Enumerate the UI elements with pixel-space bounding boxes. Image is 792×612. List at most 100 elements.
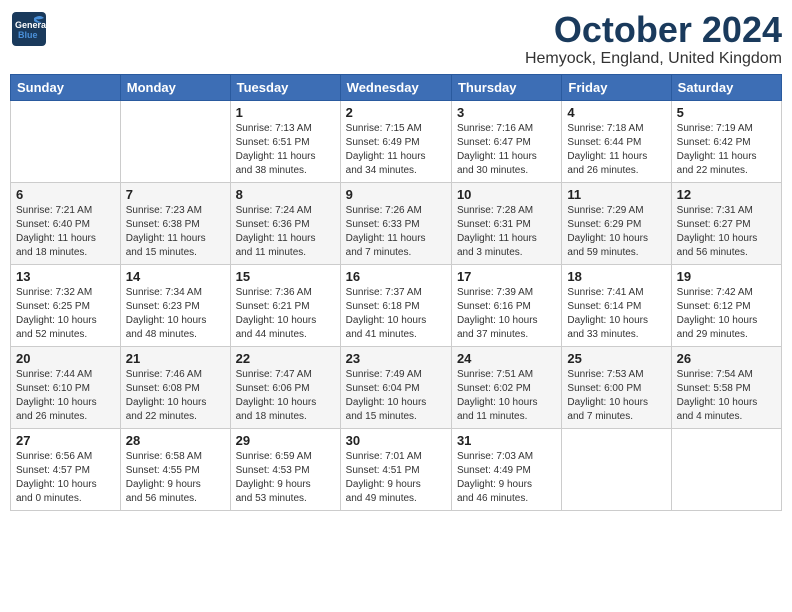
day-number: 7	[126, 187, 225, 202]
day-number: 4	[567, 105, 665, 120]
day-details: Sunrise: 7:31 AM Sunset: 6:27 PM Dayligh…	[677, 204, 776, 260]
week-row-1: 1 Sunrise: 7:13 AM Sunset: 6:51 PM Daylig…	[11, 100, 782, 182]
day-details: Sunrise: 7:42 AM Sunset: 6:12 PM Dayligh…	[677, 286, 776, 342]
calendar-cell: 6 Sunrise: 7:21 AM Sunset: 6:40 PM Daylig…	[11, 182, 121, 264]
calendar-cell: 31 Sunrise: 7:03 AM Sunset: 4:49 PM Dayli…	[451, 428, 561, 510]
day-details: Sunrise: 7:24 AM Sunset: 6:36 PM Dayligh…	[236, 204, 335, 260]
calendar-cell: 16Sunrise: 7:37 AM Sunset: 6:18 PM Dayli…	[340, 264, 451, 346]
day-number: 26	[677, 351, 776, 366]
day-number: 23	[346, 351, 446, 366]
day-details: Sunrise: 7:46 AM Sunset: 6:08 PM Dayligh…	[126, 368, 225, 424]
day-number: 11	[567, 187, 665, 202]
location: Hemyock, England, United Kingdom	[525, 50, 782, 68]
weekday-header-tuesday: Tuesday	[230, 74, 340, 100]
day-number: 25	[567, 351, 665, 366]
calendar-cell	[562, 428, 671, 510]
day-details: Sunrise: 7:44 AM Sunset: 6:10 PM Dayligh…	[16, 368, 115, 424]
calendar-cell: 15 Sunrise: 7:36 AM Sunset: 6:21 PM Dayli…	[230, 264, 340, 346]
calendar-cell: 10Sunrise: 7:28 AM Sunset: 6:31 PM Dayli…	[451, 182, 561, 264]
page-header: General Blue October 2024 Hemyock, Engla…	[10, 10, 782, 68]
day-details: Sunrise: 6:59 AM Sunset: 4:53 PM Dayligh…	[236, 450, 335, 506]
weekday-header-saturday: Saturday	[671, 74, 781, 100]
day-number: 15	[236, 269, 335, 284]
day-number: 24	[457, 351, 556, 366]
day-details: Sunrise: 7:32 AM Sunset: 6:25 PM Dayligh…	[16, 286, 115, 342]
weekday-header-friday: Friday	[562, 74, 671, 100]
calendar-cell: 7 Sunrise: 7:23 AM Sunset: 6:38 PM Daylig…	[120, 182, 230, 264]
day-number: 16	[346, 269, 446, 284]
day-details: Sunrise: 7:23 AM Sunset: 6:38 PM Dayligh…	[126, 204, 225, 260]
calendar-cell: 29 Sunrise: 6:59 AM Sunset: 4:53 PM Dayli…	[230, 428, 340, 510]
calendar-cell: 3Sunrise: 7:16 AM Sunset: 6:47 PM Daylig…	[451, 100, 561, 182]
logo-icon: General Blue	[10, 10, 48, 48]
day-number: 13	[16, 269, 115, 284]
calendar-cell: 21 Sunrise: 7:46 AM Sunset: 6:08 PM Dayli…	[120, 346, 230, 428]
day-details: Sunrise: 7:18 AM Sunset: 6:44 PM Dayligh…	[567, 122, 665, 178]
day-details: Sunrise: 7:51 AM Sunset: 6:02 PM Dayligh…	[457, 368, 556, 424]
calendar-cell: 8 Sunrise: 7:24 AM Sunset: 6:36 PM Daylig…	[230, 182, 340, 264]
week-row-2: 6 Sunrise: 7:21 AM Sunset: 6:40 PM Daylig…	[11, 182, 782, 264]
day-number: 30	[346, 433, 446, 448]
calendar-cell	[120, 100, 230, 182]
logo: General Blue	[10, 10, 48, 48]
calendar-cell: 12 Sunrise: 7:31 AM Sunset: 6:27 PM Dayli…	[671, 182, 781, 264]
day-details: Sunrise: 7:29 AM Sunset: 6:29 PM Dayligh…	[567, 204, 665, 260]
day-details: Sunrise: 7:13 AM Sunset: 6:51 PM Dayligh…	[236, 122, 335, 178]
day-details: Sunrise: 7:15 AM Sunset: 6:49 PM Dayligh…	[346, 122, 446, 178]
day-number: 10	[457, 187, 556, 202]
week-row-5: 27 Sunrise: 6:56 AM Sunset: 4:57 PM Dayli…	[11, 428, 782, 510]
weekday-header-thursday: Thursday	[451, 74, 561, 100]
day-number: 21	[126, 351, 225, 366]
day-details: Sunrise: 7:01 AM Sunset: 4:51 PM Dayligh…	[346, 450, 446, 506]
day-details: Sunrise: 7:26 AM Sunset: 6:33 PM Dayligh…	[346, 204, 446, 260]
day-details: Sunrise: 6:58 AM Sunset: 4:55 PM Dayligh…	[126, 450, 225, 506]
day-number: 18	[567, 269, 665, 284]
svg-text:Blue: Blue	[18, 30, 38, 40]
calendar-cell: 1 Sunrise: 7:13 AM Sunset: 6:51 PM Daylig…	[230, 100, 340, 182]
calendar-cell	[11, 100, 121, 182]
day-details: Sunrise: 7:54 AM Sunset: 5:58 PM Dayligh…	[677, 368, 776, 424]
week-row-4: 20Sunrise: 7:44 AM Sunset: 6:10 PM Dayli…	[11, 346, 782, 428]
day-number: 31	[457, 433, 556, 448]
day-details: Sunrise: 7:36 AM Sunset: 6:21 PM Dayligh…	[236, 286, 335, 342]
calendar-cell	[671, 428, 781, 510]
title-section: October 2024 Hemyock, England, United Ki…	[525, 10, 782, 68]
calendar-cell: 20Sunrise: 7:44 AM Sunset: 6:10 PM Dayli…	[11, 346, 121, 428]
day-number: 19	[677, 269, 776, 284]
day-number: 17	[457, 269, 556, 284]
day-details: Sunrise: 7:41 AM Sunset: 6:14 PM Dayligh…	[567, 286, 665, 342]
day-number: 14	[126, 269, 225, 284]
calendar-cell: 11 Sunrise: 7:29 AM Sunset: 6:29 PM Dayli…	[562, 182, 671, 264]
calendar-cell: 23 Sunrise: 7:49 AM Sunset: 6:04 PM Dayli…	[340, 346, 451, 428]
day-number: 2	[346, 105, 446, 120]
weekday-header-monday: Monday	[120, 74, 230, 100]
day-number: 6	[16, 187, 115, 202]
day-details: Sunrise: 6:56 AM Sunset: 4:57 PM Dayligh…	[16, 450, 115, 506]
day-details: Sunrise: 7:03 AM Sunset: 4:49 PM Dayligh…	[457, 450, 556, 506]
calendar-cell: 22Sunrise: 7:47 AM Sunset: 6:06 PM Dayli…	[230, 346, 340, 428]
calendar-cell: 27 Sunrise: 6:56 AM Sunset: 4:57 PM Dayli…	[11, 428, 121, 510]
day-number: 28	[126, 433, 225, 448]
calendar-cell: 26 Sunrise: 7:54 AM Sunset: 5:58 PM Dayli…	[671, 346, 781, 428]
calendar-cell: 24 Sunrise: 7:51 AM Sunset: 6:02 PM Dayli…	[451, 346, 561, 428]
day-number: 1	[236, 105, 335, 120]
calendar-cell: 5Sunrise: 7:19 AM Sunset: 6:42 PM Daylig…	[671, 100, 781, 182]
day-number: 29	[236, 433, 335, 448]
day-number: 8	[236, 187, 335, 202]
calendar-cell: 4 Sunrise: 7:18 AM Sunset: 6:44 PM Daylig…	[562, 100, 671, 182]
calendar-cell: 25Sunrise: 7:53 AM Sunset: 6:00 PM Dayli…	[562, 346, 671, 428]
calendar-cell: 9Sunrise: 7:26 AM Sunset: 6:33 PM Daylig…	[340, 182, 451, 264]
day-details: Sunrise: 7:21 AM Sunset: 6:40 PM Dayligh…	[16, 204, 115, 260]
weekday-header-row: SundayMondayTuesdayWednesdayThursdayFrid…	[11, 74, 782, 100]
day-number: 5	[677, 105, 776, 120]
calendar-cell: 18 Sunrise: 7:41 AM Sunset: 6:14 PM Dayli…	[562, 264, 671, 346]
day-details: Sunrise: 7:16 AM Sunset: 6:47 PM Dayligh…	[457, 122, 556, 178]
calendar-cell: 28 Sunrise: 6:58 AM Sunset: 4:55 PM Dayli…	[120, 428, 230, 510]
calendar-cell: 30 Sunrise: 7:01 AM Sunset: 4:51 PM Dayli…	[340, 428, 451, 510]
day-details: Sunrise: 7:49 AM Sunset: 6:04 PM Dayligh…	[346, 368, 446, 424]
weekday-header-wednesday: Wednesday	[340, 74, 451, 100]
day-number: 12	[677, 187, 776, 202]
day-number: 27	[16, 433, 115, 448]
svg-text:General: General	[15, 20, 48, 30]
day-details: Sunrise: 7:39 AM Sunset: 6:16 PM Dayligh…	[457, 286, 556, 342]
